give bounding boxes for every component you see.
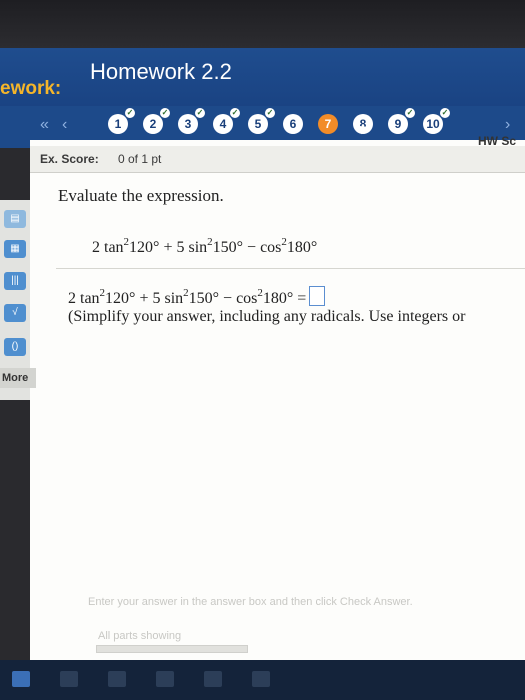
answer-hint: Enter your answer in the answer box and … bbox=[88, 596, 413, 608]
ex-score-label: Ex. Score: bbox=[40, 152, 99, 166]
check-icon: ✓ bbox=[160, 108, 170, 118]
question-button[interactable]: 10 ✓ bbox=[423, 108, 450, 134]
question-button[interactable]: 9 ✓ bbox=[388, 108, 415, 134]
question-button[interactable]: 6 bbox=[283, 114, 303, 134]
answer-input[interactable] bbox=[309, 286, 326, 306]
grid-icon[interactable]: ▦ bbox=[4, 240, 26, 258]
app-header: ework: Homework 2.2 bbox=[0, 48, 525, 106]
expr-part: 2 tan bbox=[68, 290, 100, 307]
start-icon[interactable] bbox=[12, 671, 30, 687]
folder-icon[interactable] bbox=[108, 671, 126, 687]
expr-part: 180° bbox=[286, 239, 318, 256]
question-prompt: Evaluate the expression. bbox=[58, 186, 224, 205]
app-icon[interactable] bbox=[204, 671, 222, 687]
check-icon: ✓ bbox=[405, 108, 415, 118]
bars-icon[interactable]: ||| bbox=[4, 272, 26, 290]
app-icon[interactable] bbox=[156, 671, 174, 687]
expression-display: 2 tan2120° + 5 sin2150° − cos2180° bbox=[92, 236, 317, 257]
check-icon: ✓ bbox=[440, 108, 450, 118]
question-button[interactable]: 4 ✓ bbox=[213, 108, 240, 134]
question-button[interactable]: 7 bbox=[318, 114, 338, 134]
expr-part: 180° bbox=[262, 290, 294, 307]
sqrt-icon[interactable]: √ bbox=[4, 304, 26, 322]
check-icon: ✓ bbox=[230, 108, 240, 118]
homework-title: Homework 2.2 bbox=[90, 59, 232, 84]
equals-sign: = bbox=[297, 290, 307, 307]
question-button[interactable]: 1 ✓ bbox=[108, 108, 135, 134]
expr-part: 150° − cos bbox=[212, 239, 282, 256]
chevron-left-icon[interactable]: ‹ bbox=[62, 116, 67, 134]
browser-icon[interactable] bbox=[60, 671, 78, 687]
calculator-icon[interactable]: ▤ bbox=[4, 210, 26, 228]
expr-part: 120° + 5 sin bbox=[105, 290, 184, 307]
ex-score-value: 0 of 1 pt bbox=[118, 152, 162, 166]
question-button[interactable]: 3 ✓ bbox=[178, 108, 205, 134]
chevron-right-icon[interactable]: › bbox=[505, 116, 510, 134]
check-icon: ✓ bbox=[125, 108, 135, 118]
expr-part: 120° + 5 sin bbox=[129, 239, 208, 256]
instruction-text: (Simplify your answer, including any rad… bbox=[68, 308, 466, 325]
question-page bbox=[30, 140, 525, 660]
taskbar bbox=[0, 660, 525, 700]
question-button[interactable]: 5 ✓ bbox=[248, 108, 275, 134]
brand-text: ework: bbox=[0, 78, 62, 99]
check-icon: ✓ bbox=[265, 108, 275, 118]
double-chevron-left-icon[interactable]: « bbox=[40, 116, 49, 134]
hw-score-label: HW Sc bbox=[478, 134, 517, 148]
divider bbox=[56, 268, 525, 269]
expr-part: 2 tan bbox=[92, 239, 124, 256]
check-icon: ✓ bbox=[195, 108, 205, 118]
app-icon[interactable] bbox=[252, 671, 270, 687]
interval-icon[interactable]: () bbox=[4, 338, 26, 356]
expr-part: 150° − cos bbox=[188, 290, 258, 307]
answer-line: 2 tan2120° + 5 sin2150° − cos2180° = bbox=[68, 286, 326, 308]
more-button[interactable]: More bbox=[0, 368, 36, 388]
exercise-score-bar: Ex. Score: 0 of 1 pt bbox=[30, 146, 525, 173]
question-button[interactable]: 2 ✓ bbox=[143, 108, 170, 134]
parts-progress-bar bbox=[96, 645, 248, 653]
monitor-bezel bbox=[0, 0, 525, 48]
parts-showing-label: All parts showing bbox=[98, 630, 182, 642]
